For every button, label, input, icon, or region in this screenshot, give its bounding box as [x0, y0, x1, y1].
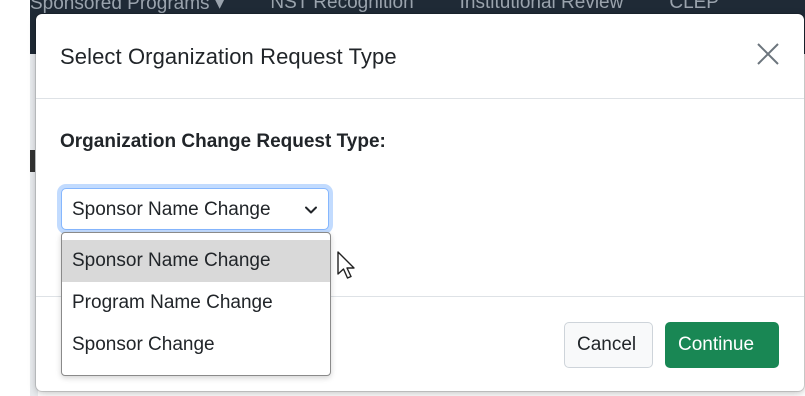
background-nav-items: Sponsored Programs ▾ NST Recognition Ins…: [30, 0, 719, 15]
background-nav-item: Institutional Review: [459, 0, 624, 13]
background-nav-item: Sponsored Programs ▾: [30, 0, 225, 14]
dropdown-option-program-name-change[interactable]: Program Name Change: [62, 282, 330, 324]
dropdown-option-sponsor-name-change[interactable]: Sponsor Name Change: [62, 240, 330, 282]
chevron-down-icon: [305, 206, 317, 214]
close-icon: [757, 43, 779, 65]
background-left-mark: [30, 150, 35, 172]
select-current-value: Sponsor Name Change: [72, 199, 271, 220]
dropdown-option-sponsor-change[interactable]: Sponsor Change: [62, 324, 330, 366]
request-type-select[interactable]: Sponsor Name Change: [61, 188, 329, 230]
request-type-dropdown-list: Sponsor Name Change Program Name Change …: [61, 232, 331, 376]
close-button[interactable]: [754, 40, 782, 68]
modal-header: Select Organization Request Type: [36, 14, 804, 99]
background-nav-item: NST Recognition: [270, 0, 414, 13]
modal-title: Select Organization Request Type: [60, 44, 397, 69]
background-nav-item: CLEP: [669, 0, 719, 13]
continue-button[interactable]: Continue: [665, 322, 779, 368]
request-type-label: Organization Change Request Type:: [60, 131, 386, 152]
mouse-pointer-icon: [337, 251, 355, 279]
cancel-button[interactable]: Cancel: [564, 322, 653, 368]
